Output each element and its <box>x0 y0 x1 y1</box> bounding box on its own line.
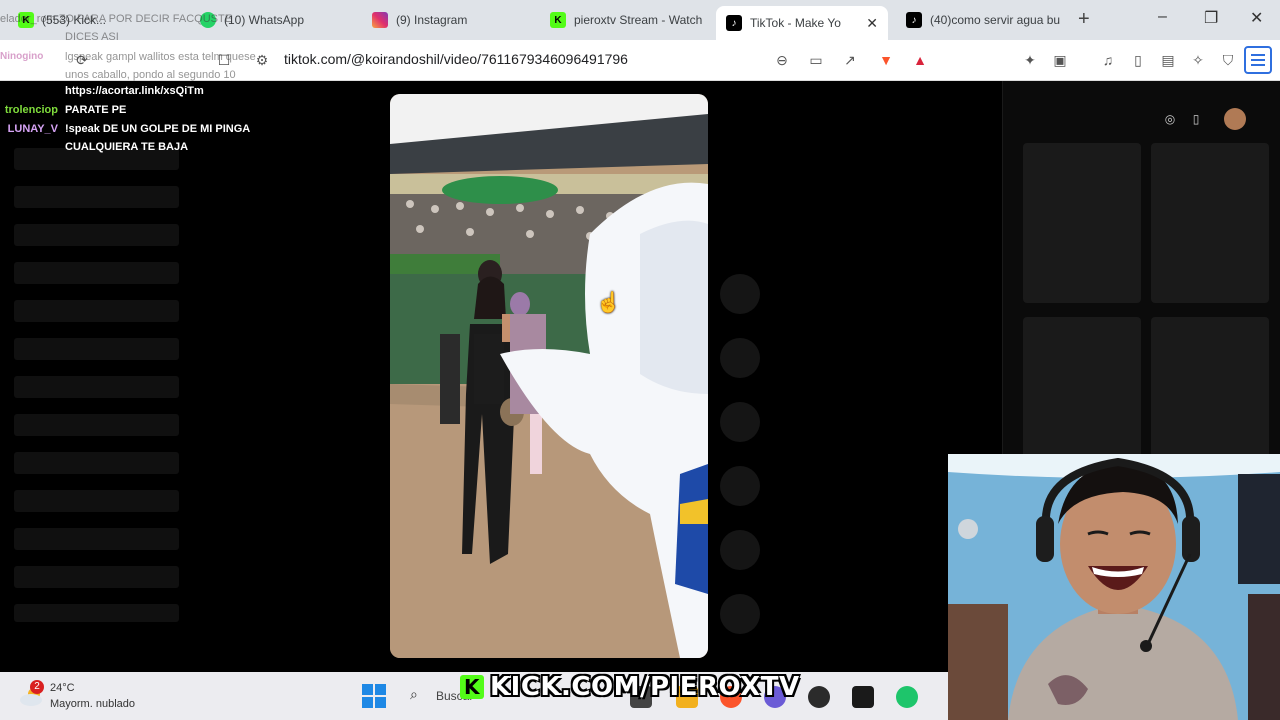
close-window-button[interactable]: ✕ <box>1250 8 1263 28</box>
comment-button[interactable] <box>720 338 760 378</box>
skeleton-item <box>14 452 179 474</box>
like-button[interactable] <box>720 274 760 314</box>
chat-username: LUNAY_V <box>7 123 58 135</box>
skeleton-item <box>14 262 179 284</box>
skeleton-item <box>14 528 179 550</box>
skeleton-item <box>14 300 179 322</box>
sidebar-icon[interactable]: ▯ <box>1128 50 1148 70</box>
close-tab-icon[interactable]: ✕ <box>866 15 878 32</box>
skeleton-item <box>14 604 179 622</box>
tiktok-icon: ♪ <box>906 12 922 28</box>
instagram-icon <box>372 12 388 28</box>
tab-pieroxtv-stream[interactable]: K pieroxtv Stream - Watch <box>540 6 710 34</box>
windows-start-icon[interactable] <box>362 684 386 708</box>
chat-username: trolenciop <box>4 104 58 116</box>
chat-message: !speak DE UN GOLPE DE MI PINGA <box>65 123 251 135</box>
chat-message: PARATE PE <box>65 104 127 116</box>
tab-label: (10) WhatsApp <box>224 13 305 27</box>
brave-rewards-icon[interactable]: ▲ <box>910 50 930 70</box>
share-icon[interactable]: ↗ <box>840 50 860 70</box>
tab-label: TikTok - Make Yo <box>750 16 841 30</box>
mouse-cursor-icon: ☝ <box>596 292 621 314</box>
brave-shield-icon[interactable]: ▼ <box>876 50 896 70</box>
suggested-video-card[interactable] <box>1151 317 1269 477</box>
music-disc-button[interactable] <box>720 594 760 634</box>
avatar[interactable] <box>1224 108 1246 130</box>
kick-channel-overlay: K KICK.COM/PIEROXTV <box>460 672 800 702</box>
tiktok-video-player[interactable] <box>390 94 708 658</box>
share-button[interactable] <box>720 466 760 506</box>
compass-icon[interactable]: ◎ <box>1161 110 1179 128</box>
weather-description[interactable]: Mayorm. nublado <box>50 698 135 710</box>
chat-faded-user: Ninogino <box>0 51 44 62</box>
skeleton-item <box>14 376 179 398</box>
tab-instagram[interactable]: (9) Instagram <box>362 6 532 34</box>
extensions-icon[interactable]: ✦ <box>1020 50 1040 70</box>
search-icon[interactable]: ⌕ <box>410 686 418 703</box>
kick-logo-icon: K <box>460 675 484 699</box>
spotify-icon[interactable] <box>896 686 918 708</box>
tab-tiktok-active[interactable]: ♪ TikTok - Make Yo ✕ <box>716 6 888 40</box>
chat-faded-line: elador_rom ZO PARA POR DECIR FACQUSTE <box>0 13 233 25</box>
kick-studio-icon[interactable] <box>852 686 874 708</box>
obs-icon[interactable] <box>808 686 830 708</box>
mobile-icon[interactable]: ▯ <box>1187 110 1205 128</box>
video-frame-illustration <box>390 94 708 658</box>
kick-icon: K <box>550 12 566 28</box>
new-tab-button[interactable]: + <box>1078 8 1090 31</box>
zoom-icon[interactable]: ⊖ <box>772 50 792 70</box>
skeleton-item <box>14 224 179 246</box>
reader-icon[interactable]: ▣ <box>1050 50 1070 70</box>
webcam-frame-illustration <box>948 454 1280 720</box>
tab-label: pieroxtv Stream - Watch <box>574 13 703 27</box>
address-bar[interactable]: tiktok.com/@koirandoshil/video/761167934… <box>284 51 628 67</box>
tab-tiktok-agua[interactable]: ♪ (40)como servir agua bu <box>896 6 1066 34</box>
maximize-button[interactable]: ❐ <box>1204 8 1218 28</box>
cast-icon[interactable]: ▭ <box>806 50 826 70</box>
tab-label: (40)como servir agua bu <box>930 13 1061 27</box>
skeleton-item <box>14 566 179 588</box>
skeleton-item <box>14 338 179 360</box>
leo-ai-icon[interactable]: ✧ <box>1188 50 1208 70</box>
bookmark-button[interactable] <box>720 402 760 442</box>
chat-message: CUALQUIERA TE BAJA <box>65 141 189 153</box>
skeleton-item <box>14 186 179 208</box>
vpn-icon[interactable]: ⛉ <box>1218 50 1238 70</box>
tab-label: (9) Instagram <box>396 13 468 27</box>
minimize-button[interactable]: – <box>1158 8 1167 26</box>
streamer-webcam <box>948 454 1280 720</box>
chat-link[interactable]: https://acortar.link/xsQiTm <box>65 82 204 100</box>
skeleton-item <box>14 490 179 512</box>
weather-notification-badge: 2 <box>30 680 44 694</box>
weather-temperature[interactable]: 24°C <box>50 682 75 694</box>
kick-url-text: KICK.COM/PIEROXTV <box>490 672 800 702</box>
more-button[interactable] <box>720 530 760 570</box>
suggested-video-card[interactable] <box>1023 143 1141 303</box>
skeleton-item <box>14 414 179 436</box>
wallet-icon[interactable]: ▤ <box>1158 50 1178 70</box>
suggested-video-card[interactable] <box>1151 143 1269 303</box>
chat-faded-line: DICES ASI <box>65 31 119 43</box>
music-icon[interactable]: ♫ <box>1098 50 1118 70</box>
right-panel <box>1002 81 1280 477</box>
suggested-video-card[interactable] <box>1023 317 1141 477</box>
chat-faded-line: lgspeak gampl wallitos esta telm quese <box>65 51 256 63</box>
browser-menu-button[interactable] <box>1244 46 1272 74</box>
tiktok-icon: ♪ <box>726 15 742 31</box>
